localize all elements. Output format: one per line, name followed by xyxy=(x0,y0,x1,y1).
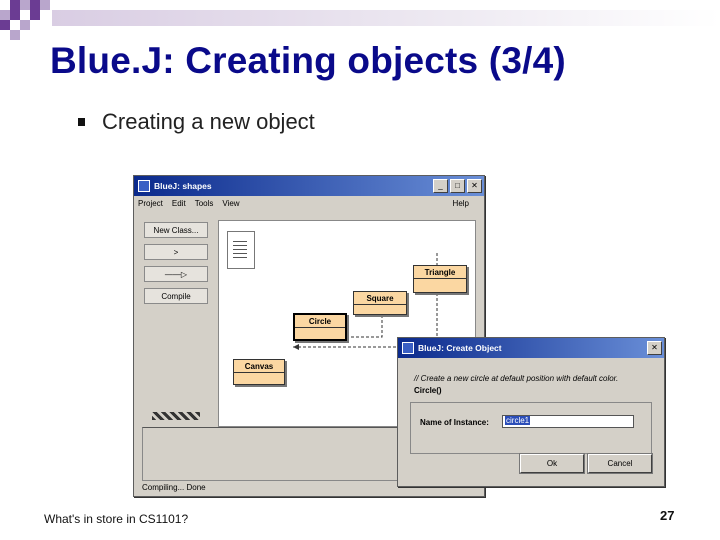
menu-edit[interactable]: Edit xyxy=(172,199,186,208)
bluej-app-icon xyxy=(138,180,150,192)
class-triangle-label: Triangle xyxy=(414,266,466,279)
status-bar: Compiling... Done xyxy=(142,483,206,492)
class-canvas-label: Canvas xyxy=(234,360,284,373)
maximize-icon[interactable]: □ xyxy=(450,179,465,193)
bullet-marker xyxy=(78,118,85,126)
main-window-title: BlueJ: shapes xyxy=(154,181,212,191)
instance-name-value: circle1 xyxy=(505,416,531,425)
slide-title: Blue.J: Creating objects (3/4) xyxy=(50,40,566,81)
menu-bar: Project Edit Tools View Help xyxy=(134,196,484,210)
class-triangle[interactable]: Triangle xyxy=(413,265,467,293)
toolbar-panel: New Class... > ——▷ Compile xyxy=(144,222,208,310)
create-object-dialog: BlueJ: Create Object ✕ // Create a new c… xyxy=(397,337,665,487)
menu-help[interactable]: Help xyxy=(453,199,469,208)
constructor-comment: // Create a new circle at default positi… xyxy=(414,374,619,383)
class-circle[interactable]: Circle xyxy=(293,313,347,341)
inheritance-arrow-button[interactable]: ——▷ xyxy=(144,266,208,282)
dialog-title: BlueJ: Create Object xyxy=(418,343,502,353)
menu-tools[interactable]: Tools xyxy=(195,199,214,208)
header-gradient-bar xyxy=(52,10,720,26)
work-indicator xyxy=(152,412,200,420)
new-class-button[interactable]: New Class... xyxy=(144,222,208,238)
menu-view[interactable]: View xyxy=(222,199,239,208)
main-window-titlebar[interactable]: BlueJ: shapes _ □ ✕ xyxy=(134,176,484,196)
class-square-label: Square xyxy=(354,292,406,305)
menu-project[interactable]: Project xyxy=(138,199,163,208)
cancel-button[interactable]: Cancel xyxy=(588,454,652,473)
dialog-body: // Create a new circle at default positi… xyxy=(398,358,664,486)
instance-name-label: Name of Instance: xyxy=(420,418,489,427)
bluej-app-icon xyxy=(402,342,414,354)
bullet-text: Creating a new object xyxy=(102,109,315,134)
dialog-titlebar[interactable]: BlueJ: Create Object ✕ xyxy=(398,338,664,358)
compile-button[interactable]: Compile xyxy=(144,288,208,304)
constructor-signature: Circle() xyxy=(414,386,442,395)
corner-decoration xyxy=(0,0,60,40)
dialog-close-icon[interactable]: ✕ xyxy=(647,341,662,355)
class-circle-label: Circle xyxy=(295,315,345,328)
ok-button[interactable]: Ok xyxy=(520,454,584,473)
close-icon[interactable]: ✕ xyxy=(467,179,482,193)
class-square[interactable]: Square xyxy=(353,291,407,315)
footer-course-text: What's in store in CS1101? xyxy=(44,512,189,526)
instance-name-input[interactable]: circle1 xyxy=(502,415,634,428)
instance-name-group xyxy=(410,402,652,454)
dependency-arrow-button[interactable]: > xyxy=(144,244,208,260)
class-canvas[interactable]: Canvas xyxy=(233,359,285,385)
page-number: 27 xyxy=(660,508,675,523)
minimize-icon[interactable]: _ xyxy=(433,179,448,193)
